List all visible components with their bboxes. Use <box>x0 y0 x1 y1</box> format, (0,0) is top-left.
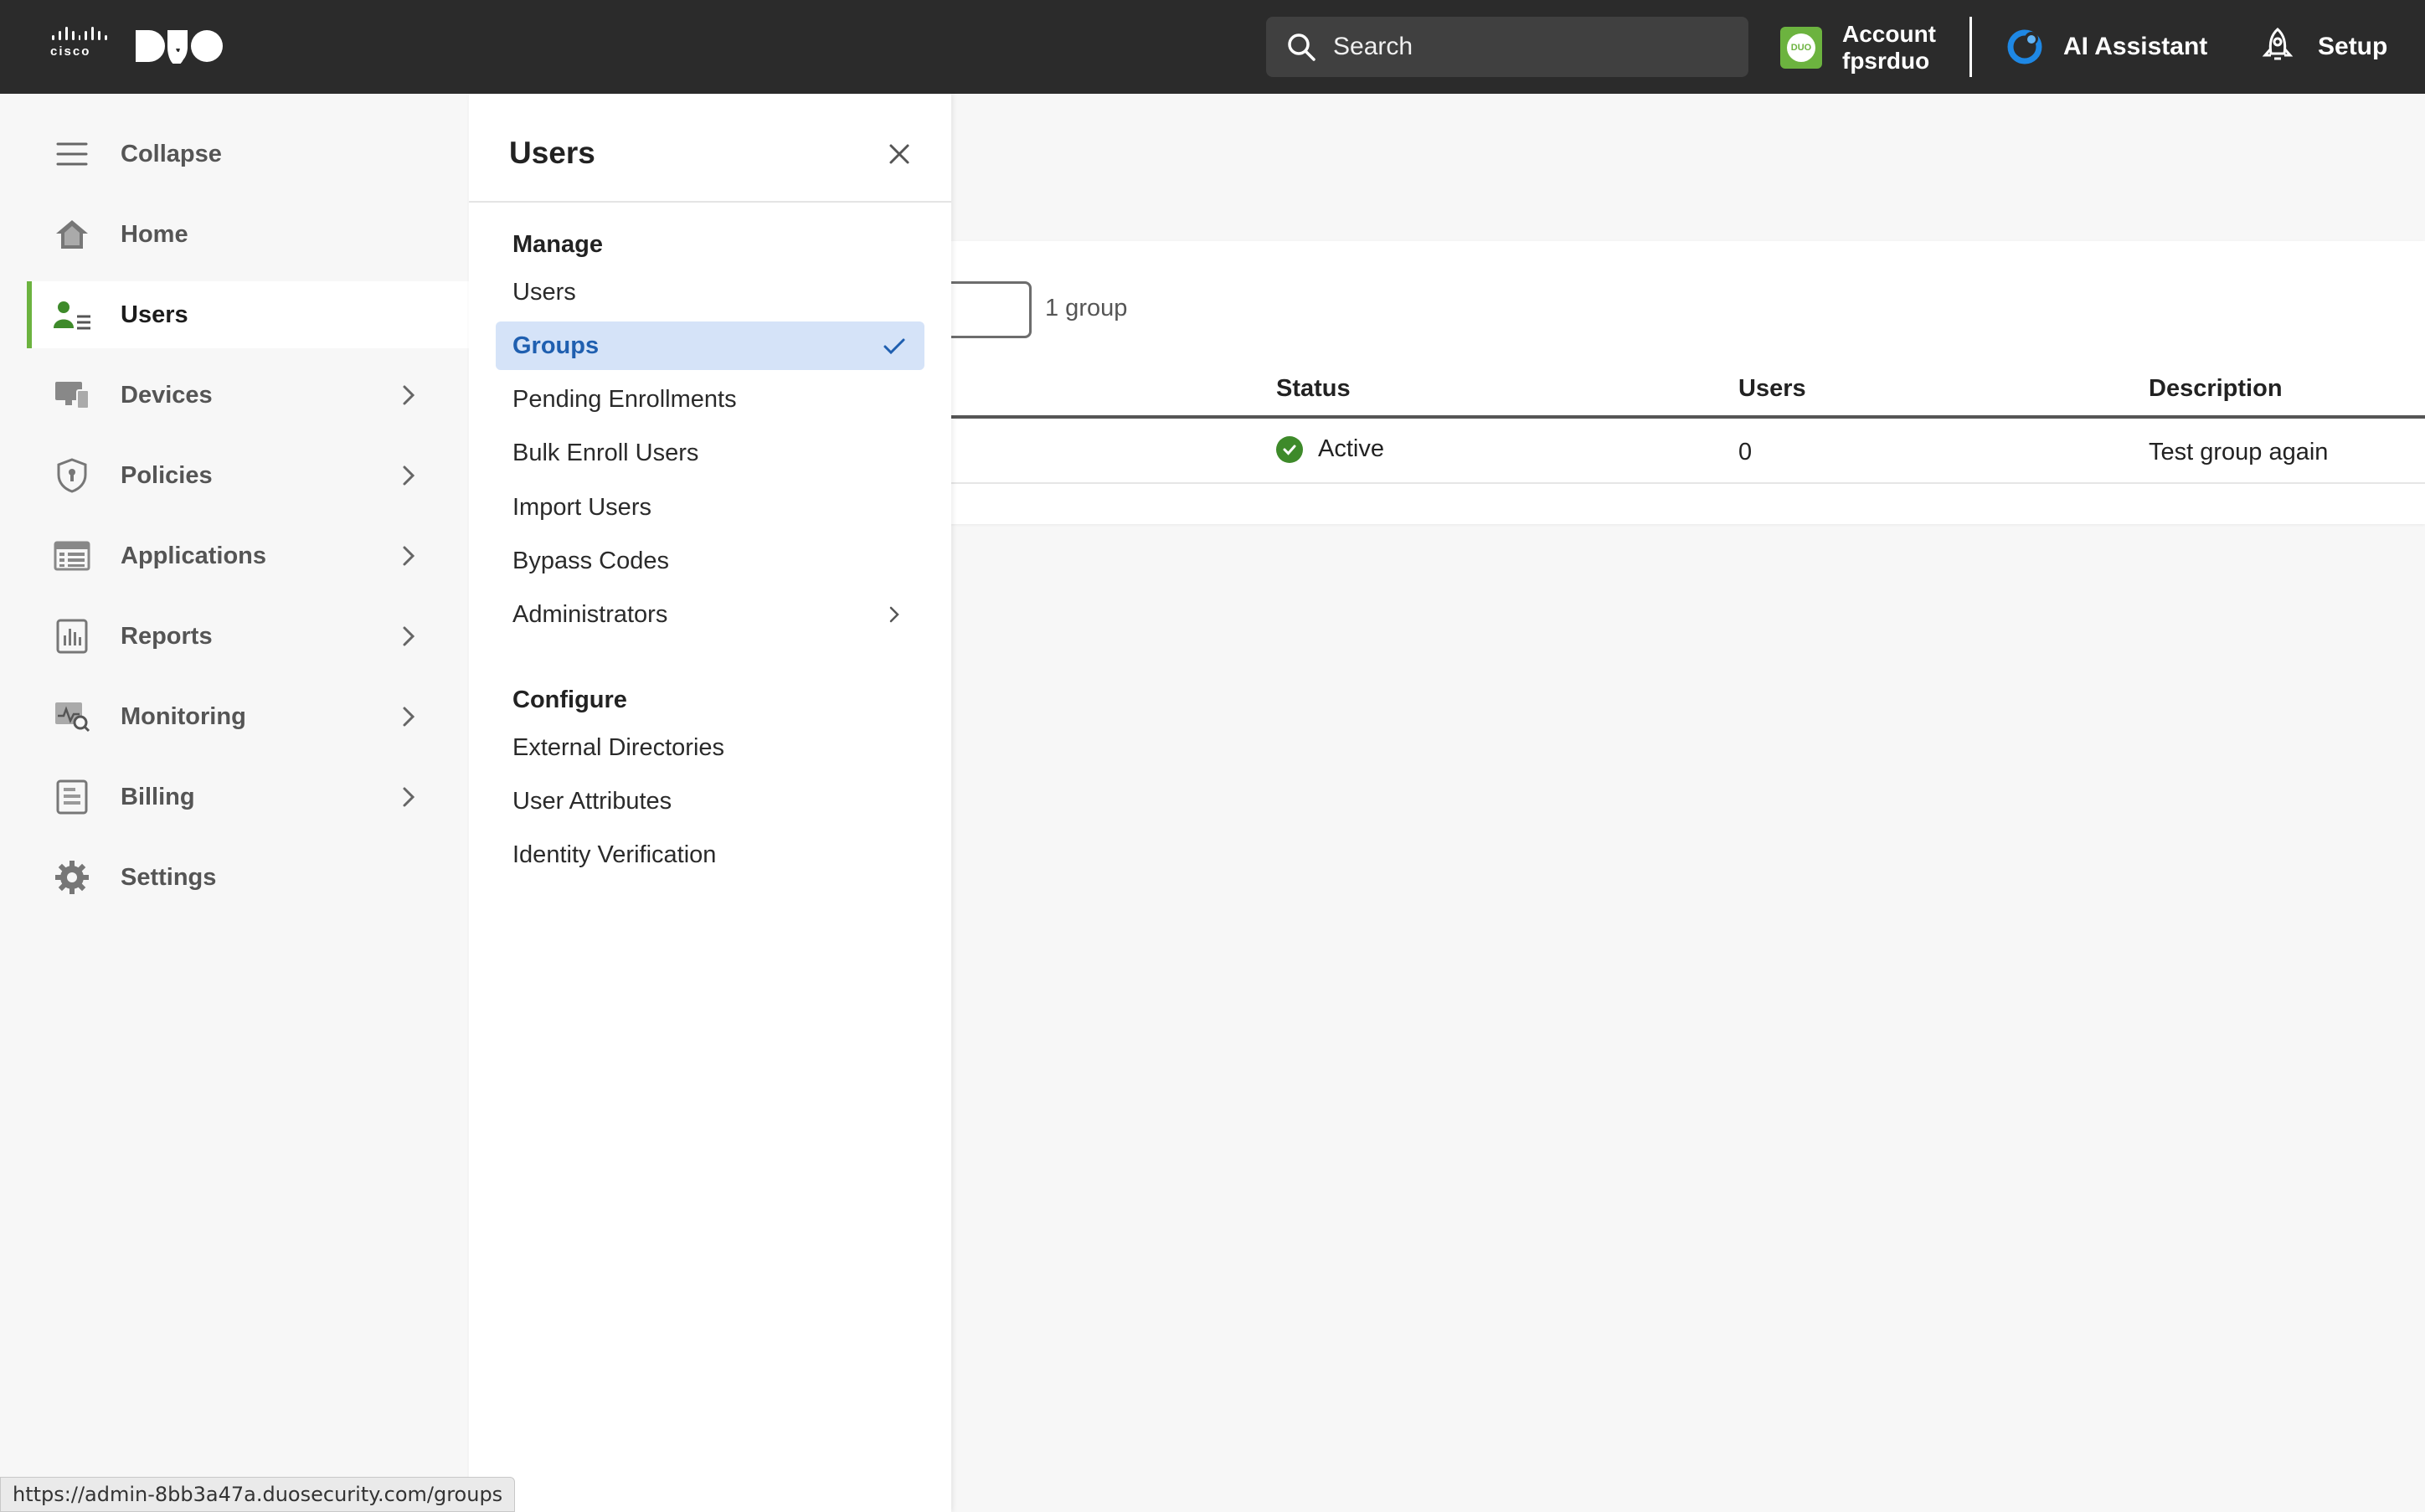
column-header-description[interactable]: Description <box>2149 375 2283 403</box>
cisco-wordmark: cisco <box>50 44 91 59</box>
flyout-link-user-attributes[interactable]: User Attributes <box>496 777 924 825</box>
monitoring-icon <box>54 700 90 733</box>
account-menu[interactable]: DUO Account fpsrduo <box>1780 18 1936 77</box>
close-icon[interactable] <box>883 137 916 171</box>
sidebar-item-label: Settings <box>121 863 217 891</box>
sidebar-item-label: Billing <box>121 783 195 810</box>
flyout-title: Users <box>509 136 595 170</box>
users-flyout-panel: Users Manage Users Groups Pending Enroll… <box>469 94 951 1512</box>
chevron-right-icon <box>889 606 899 623</box>
status-text: Active <box>1318 435 1384 462</box>
setup-label: Setup <box>2318 33 2388 60</box>
account-name: fpsrduo <box>1842 48 1930 74</box>
reports-icon <box>54 619 90 654</box>
sidebar-item-monitoring[interactable]: Monitoring <box>27 683 469 750</box>
sidebar-item-label: Monitoring <box>121 702 246 730</box>
users-count-cell: 0 <box>1738 439 1753 465</box>
setup-button[interactable]: Setup <box>2261 23 2387 70</box>
sidebar-item-label: Home <box>121 220 188 248</box>
flyout-link-bypass-codes[interactable]: Bypass Codes <box>496 537 924 585</box>
search-input[interactable]: Search <box>1266 17 1748 77</box>
flyout-link-external-directories[interactable]: External Directories <box>496 723 924 772</box>
sidebar-item-collapse[interactable]: Collapse <box>27 121 469 188</box>
column-header-status[interactable]: Status <box>1276 375 1351 403</box>
flyout-link-groups[interactable]: Groups <box>496 321 924 370</box>
configure-heading: Configure <box>512 687 627 713</box>
shield-icon <box>54 458 90 493</box>
account-avatar: DUO <box>1780 27 1822 69</box>
table-row-divider <box>951 482 2425 484</box>
filter-input[interactable] <box>938 281 1032 338</box>
flyout-link-import-users[interactable]: Import Users <box>496 483 924 532</box>
chevron-right-icon <box>403 707 415 727</box>
checkmark-icon <box>883 338 905 355</box>
chevron-right-icon <box>403 465 415 486</box>
chevron-right-icon <box>403 385 415 405</box>
table-header-divider <box>951 415 2425 419</box>
hamburger-icon <box>54 137 90 171</box>
sidebar-item-label: Devices <box>121 381 213 409</box>
column-header-users[interactable]: Users <box>1738 375 1806 403</box>
flyout-link-bulk-enroll-users[interactable]: Bulk Enroll Users <box>496 429 924 477</box>
sidebar-item-reports[interactable]: Reports <box>27 603 469 670</box>
chevron-right-icon <box>403 626 415 646</box>
description-cell: Test group again <box>2149 439 2329 465</box>
devices-icon <box>54 378 90 412</box>
flyout-link-users[interactable]: Users <box>496 268 924 316</box>
cisco-logo: cisco <box>50 27 108 60</box>
rocket-icon <box>2262 28 2294 60</box>
status-cell: Active <box>1276 435 1384 463</box>
sidebar: Collapse Home Users Devices Policies App… <box>0 94 469 1512</box>
flyout-link-label: Groups <box>512 332 600 359</box>
topbar-divider <box>1969 17 1972 77</box>
flyout-link-pending-enrollments[interactable]: Pending Enrollments <box>496 375 924 424</box>
ai-assistant-label: AI Assistant <box>2063 33 2208 60</box>
sidebar-item-label: Policies <box>121 461 213 489</box>
sidebar-item-home[interactable]: Home <box>27 201 469 268</box>
sidebar-item-label: Reports <box>121 622 213 650</box>
account-label: Account <box>1842 21 1936 47</box>
flyout-link-identity-verification[interactable]: Identity Verification <box>496 831 924 879</box>
sidebar-item-applications[interactable]: Applications <box>27 522 469 589</box>
users-icon <box>54 298 90 332</box>
flyout-link-label: Administrators <box>512 600 668 628</box>
billing-icon <box>54 779 90 815</box>
top-bar: cisco Search DUO Account fpsrduo AI Assi… <box>0 0 2425 94</box>
search-placeholder: Search <box>1333 33 1413 60</box>
ai-assistant-icon <box>2007 29 2042 64</box>
sidebar-item-label: Applications <box>121 542 267 569</box>
group-count: 1 group <box>1045 295 1128 321</box>
check-circle-icon <box>1276 435 1303 463</box>
chevron-right-icon <box>403 546 415 566</box>
sidebar-item-label: Users <box>121 301 188 328</box>
gear-icon <box>54 861 90 894</box>
home-icon <box>54 218 90 251</box>
sidebar-item-billing[interactable]: Billing <box>27 764 469 831</box>
chevron-right-icon <box>403 787 415 807</box>
sidebar-item-label: Collapse <box>121 140 222 167</box>
flyout-divider <box>469 201 951 203</box>
sidebar-item-users[interactable]: Users <box>27 281 469 348</box>
manage-heading: Manage <box>512 231 603 258</box>
applications-icon <box>54 539 90 573</box>
ai-assistant-button[interactable]: AI Assistant <box>2006 25 2207 69</box>
sidebar-item-settings[interactable]: Settings <box>27 844 469 911</box>
duo-logo[interactable] <box>134 28 224 64</box>
sidebar-item-policies[interactable]: Policies <box>27 442 469 509</box>
status-bar-url: https://admin-8bb3a47a.duosecurity.com/g… <box>0 1477 516 1512</box>
sidebar-item-devices[interactable]: Devices <box>27 362 469 429</box>
flyout-link-administrators[interactable]: Administrators <box>496 590 924 639</box>
search-icon <box>1288 33 1315 61</box>
